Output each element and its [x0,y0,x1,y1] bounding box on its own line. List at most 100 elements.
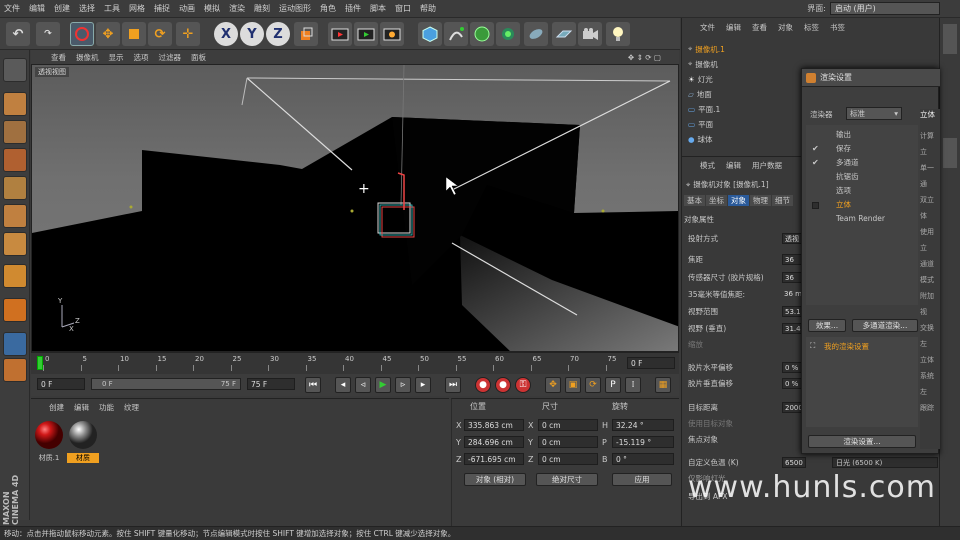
cube-primitive-icon[interactable] [418,22,442,46]
effects-button[interactable]: 效果... [808,319,846,332]
panel-tab[interactable] [943,24,957,54]
key-scale-icon[interactable]: ▣ [565,377,581,393]
light-preset-dropdown[interactable]: 日光 (6500 K) [832,456,938,468]
detail-item[interactable]: 系统 [920,368,940,384]
dialog-title[interactable]: 渲染设置 [802,69,940,87]
detail-item[interactable]: 模式 [920,272,940,288]
render-settings-button[interactable]: 渲染设置... [808,435,916,448]
previous-key-icon[interactable]: ◂ [335,377,351,393]
texture-mode-icon[interactable] [3,120,27,144]
attr-row[interactable]: 自定义色温 (K) 6500 日光 (6500 K) [688,455,938,469]
tab-object[interactable]: 对象 [728,195,749,206]
position-x-field[interactable]: 335.863 cm [464,419,524,431]
detail-item[interactable]: 左 [920,384,940,400]
end-frame-field[interactable]: 0 F [627,357,675,369]
attr-value[interactable]: 6500 [782,456,806,468]
viewport-navigation-icons[interactable]: ✥ ⇕ ⟳ ▢ [628,53,661,62]
edges-mode-icon[interactable] [3,204,27,228]
menu-item[interactable]: 雕刻 [254,3,270,14]
tab-details[interactable]: 细节 [772,195,793,206]
render-item-multipass[interactable]: 多通道 [836,157,859,169]
multipass-render-button[interactable]: 多通道渲染... [852,319,918,332]
render-item-stereo[interactable]: 立体 [836,199,851,211]
key-rotation-icon[interactable]: ⟳ [585,377,601,393]
detail-item[interactable]: 单一通 [920,160,940,192]
size-z-field[interactable]: 0 cm [538,453,598,465]
render-item-save[interactable]: 保存 [836,143,851,155]
position-z-field[interactable]: -671.695 cm [464,453,524,465]
current-frame-field[interactable]: 0 F [37,378,85,390]
timeline-window-icon[interactable]: ▦ [655,377,671,393]
snap-magnet-icon[interactable] [3,298,27,322]
object-menu-item[interactable]: 文件 [700,22,715,33]
detail-item[interactable]: 通道 [920,256,940,272]
detail-item[interactable]: 交换左 [920,320,940,352]
size-x-field[interactable]: 0 cm [538,419,598,431]
viewport-menu-item[interactable]: 面板 [191,52,206,63]
menu-item[interactable]: 网格 [129,3,145,14]
position-y-field[interactable]: 284.696 cm [464,436,524,448]
undo-icon[interactable]: ↶ [6,22,30,46]
max-frame-field[interactable]: 75 F [247,378,295,390]
menu-item[interactable]: 帮助 [420,3,436,14]
object-menu-item[interactable]: 查看 [752,22,767,33]
light-icon[interactable] [606,22,630,46]
viewport-menu-item[interactable]: 选项 [134,52,149,63]
material-menu-item[interactable]: 功能 [99,402,114,413]
object-menu-item[interactable]: 对象 [778,22,793,33]
points-mode-icon[interactable] [3,176,27,200]
menu-item[interactable]: 渲染 [229,3,245,14]
scale-tool-icon[interactable] [122,22,146,46]
check-icon[interactable]: ✔ [812,158,819,167]
cloner-icon[interactable] [496,22,520,46]
check-icon[interactable]: ✔ [812,144,819,153]
object-menu-item[interactable]: 书签 [830,22,845,33]
record-keys-icon[interactable]: ● [475,377,491,393]
axis-z-button[interactable]: Z [266,22,290,46]
render-preset-item[interactable]: 我的渲染设置 [824,341,869,352]
menu-item[interactable]: 脚本 [370,3,386,14]
size-y-field[interactable]: 0 cm [538,436,598,448]
axis-x-button[interactable]: X [214,22,238,46]
interface-select[interactable]: 启动 (用户) [830,2,940,15]
deformer-icon[interactable] [524,22,548,46]
tab-coord[interactable]: 坐标 [706,195,727,206]
model-mode-icon[interactable] [3,92,27,116]
floor-icon[interactable] [552,22,576,46]
timeline-playhead[interactable] [37,356,43,370]
material-menu-item[interactable]: 纹理 [124,402,139,413]
object-row[interactable]: ⌖ 摄像机.1 [688,42,938,56]
workplane-mode-icon[interactable] [3,148,27,172]
axis-mode-icon[interactable] [3,264,27,288]
panel-tab[interactable] [943,138,957,168]
object-menu-item[interactable]: 标签 [804,22,819,33]
key-point-level-icon[interactable]: ⁞ [625,377,641,393]
coordinate-system-icon[interactable] [294,22,318,46]
polygons-mode-icon[interactable] [3,232,27,256]
next-key-icon[interactable]: ▸ [415,377,431,393]
go-to-end-icon[interactable]: ⏭ [445,377,461,393]
viewport-menu-item[interactable]: 摄像机 [76,52,99,63]
menu-item[interactable]: 角色 [320,3,336,14]
coordinate-mode-dropdown[interactable]: 对象 (相对) [464,473,526,486]
viewport-menu-item[interactable]: 显示 [109,52,124,63]
render-view-icon[interactable] [328,22,352,46]
timeline-ruler[interactable]: 0 5 10 15 20 25 30 35 40 45 50 55 60 65 70 75 0 F [31,352,679,374]
camera-icon[interactable] [578,22,602,46]
detail-item[interactable]: 跟踪 [920,400,940,416]
renderer-dropdown[interactable]: 标准 ▾ [846,107,902,120]
detail-item[interactable]: 附加视 [920,288,940,320]
auto-keying-icon[interactable]: ● [495,377,511,393]
render-item-options[interactable]: 选项 [836,185,851,197]
keyframe-selection-icon[interactable]: ⚿ [515,377,531,393]
next-frame-icon[interactable]: ▹ [395,377,411,393]
subdivision-surface-icon[interactable] [470,22,494,46]
material-swatch[interactable]: 材质 [67,419,99,463]
apply-button[interactable]: 应用 [612,473,672,486]
play-icon[interactable]: ▶ [375,377,391,393]
tab-basic[interactable]: 基本 [684,195,705,206]
spline-pen-icon[interactable] [444,22,468,46]
key-parameter-icon[interactable]: P [605,377,621,393]
viewport-menu-item[interactable]: 查看 [51,52,66,63]
attribute-menu-item[interactable]: 用户数据 [752,160,782,171]
